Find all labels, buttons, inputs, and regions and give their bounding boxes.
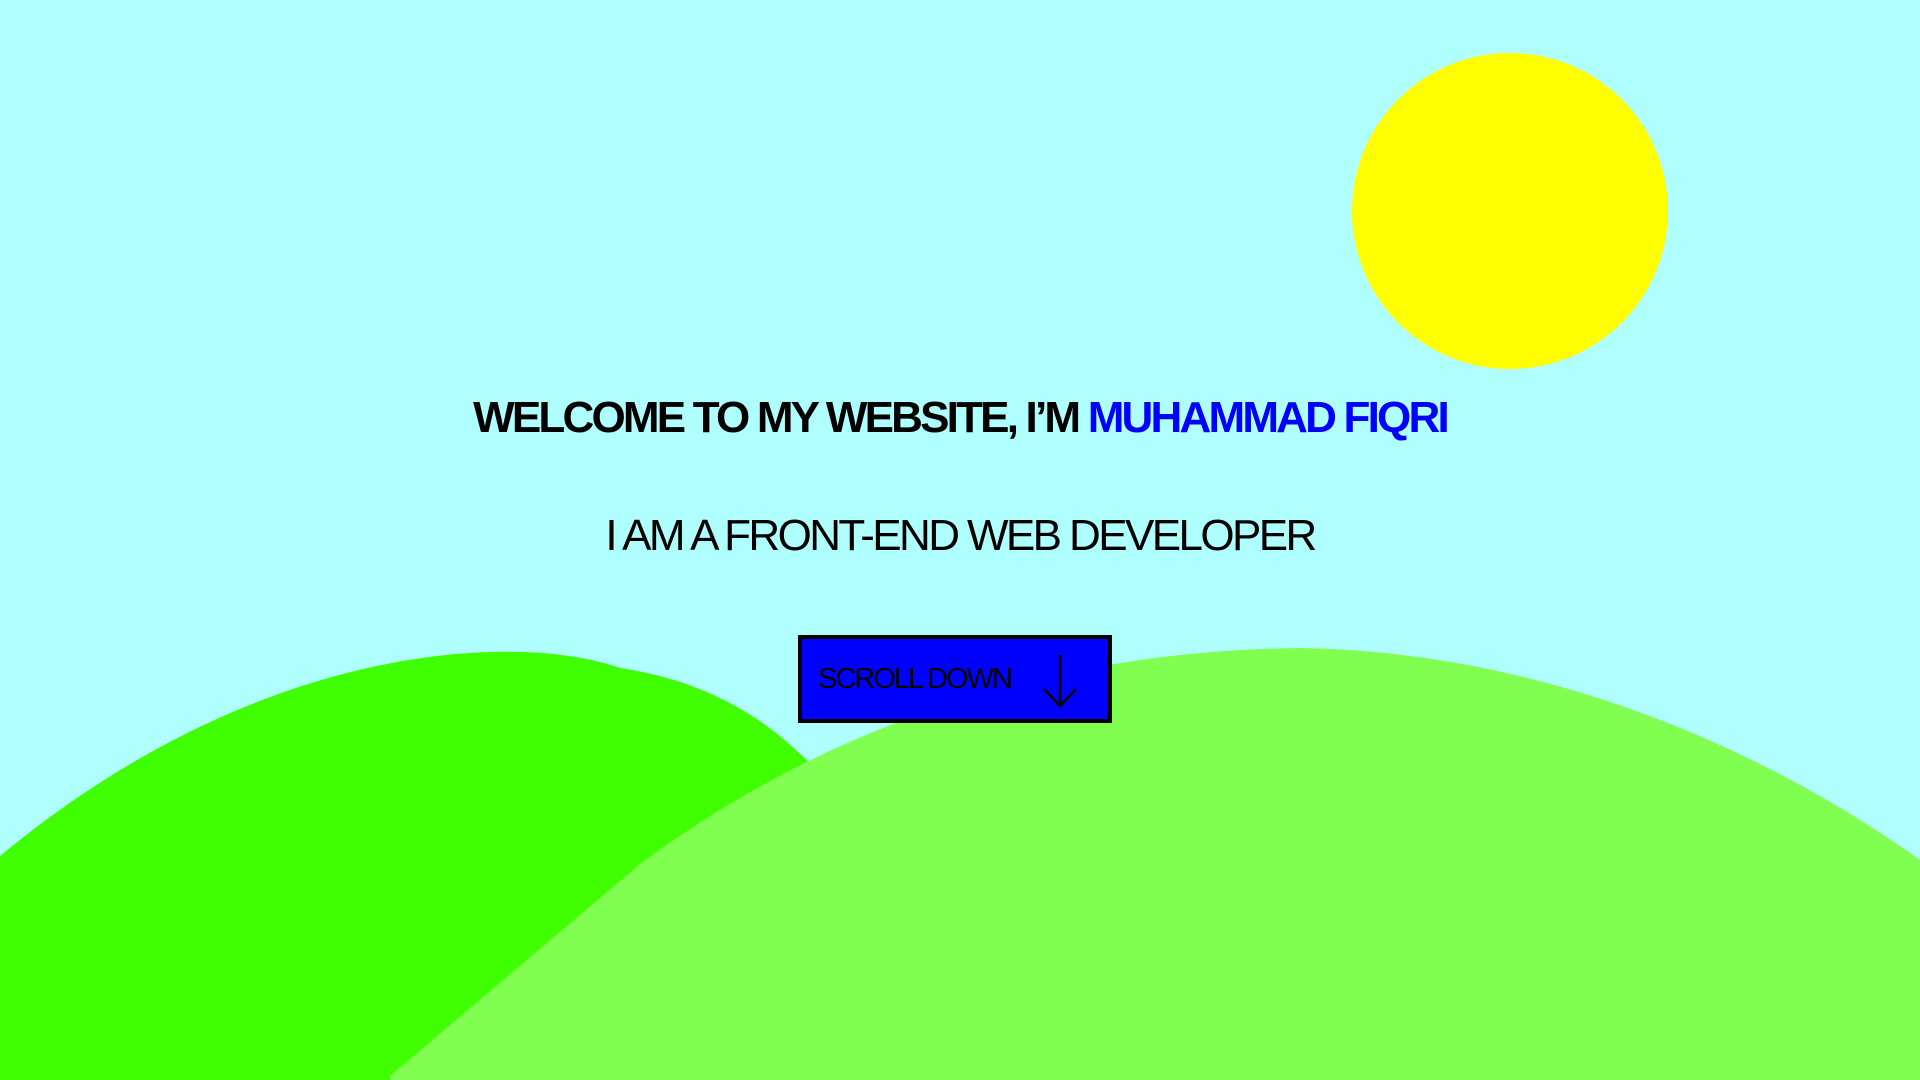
scroll-down-button[interactable]: SCROLL DOWN bbox=[798, 635, 1112, 723]
hero-section: WELCOME TO MY WEBSITE, I’M MUHAMMAD FIQR… bbox=[0, 390, 1920, 564]
hero-subtitle: I AM A FRONT-END WEB DEVELOPER bbox=[605, 511, 1317, 560]
arrow-down-icon bbox=[1043, 655, 1077, 708]
scroll-down-label: SCROLL DOWN bbox=[818, 663, 1013, 695]
hero-title: WELCOME TO MY WEBSITE, I’M MUHAMMAD FIQR… bbox=[0, 390, 1920, 446]
title-prefix: WELCOME TO MY WEBSITE, I’M bbox=[473, 393, 1088, 442]
title-name: MUHAMMAD FIQRI bbox=[1087, 393, 1450, 442]
